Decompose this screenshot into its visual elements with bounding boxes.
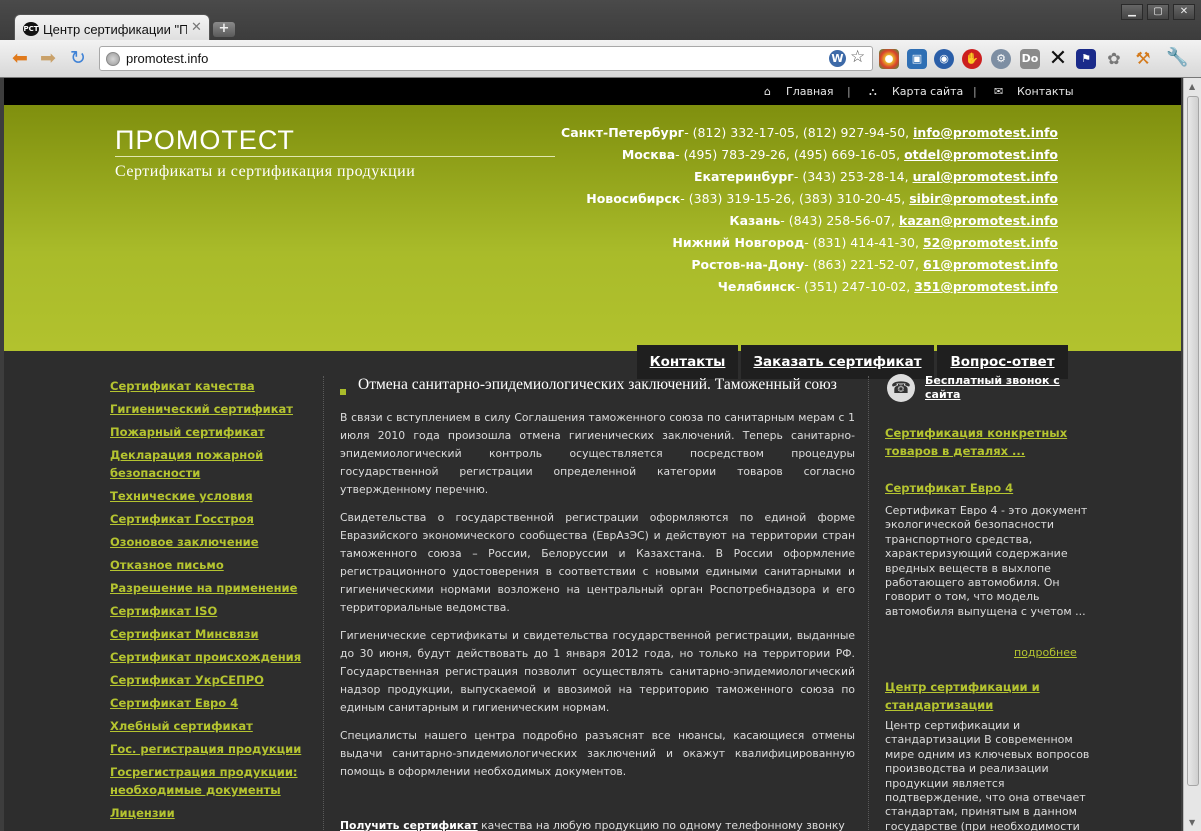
- site-logo[interactable]: ПРОМОТЕСТ: [115, 125, 295, 156]
- scroll-down-icon[interactable]: ▼: [1189, 818, 1195, 827]
- left-menu-item[interactable]: Гос. регистрация продукции: [110, 740, 316, 758]
- adblock-icon[interactable]: ✋: [962, 49, 982, 69]
- left-menu-item[interactable]: Отказное письмо: [110, 556, 316, 574]
- minimize-button[interactable]: ▁: [1121, 4, 1143, 20]
- left-menu-item[interactable]: Хлебный сертификат: [110, 717, 316, 735]
- forward-arrow-icon[interactable]: ➡: [40, 48, 56, 68]
- logo-divider: [115, 156, 555, 157]
- left-menu-item[interactable]: Сертификат Госстроя: [110, 510, 316, 528]
- contacts-link[interactable]: Контакты: [1017, 85, 1074, 98]
- email-link[interactable]: otdel@promotest.info: [904, 147, 1058, 162]
- back-arrow-icon[interactable]: ⬅: [12, 48, 28, 68]
- web-page: ⌂ Главная | ⛬ Карта сайта | ✉ Контакты П…: [4, 78, 1181, 831]
- contact-line: Ростов-на-Дону- (863) 221-52-07, 61@prom…: [691, 257, 1058, 272]
- left-menu: Сертификат качества Гигиенический сертиф…: [110, 377, 316, 827]
- home-link[interactable]: Главная: [786, 85, 834, 98]
- left-menu-item[interactable]: Сертификат УкрСЕПРО: [110, 671, 316, 689]
- left-menu-item[interactable]: Сертификат Евро 4: [110, 694, 316, 712]
- concrete-goods-link[interactable]: Сертификация конкретных товаров в деталя…: [885, 424, 1090, 460]
- article-paragraph: Свидетельства о государственной регистра…: [340, 511, 855, 614]
- sitemap-icon[interactable]: ⛬: [869, 85, 877, 99]
- free-call-link[interactable]: Бесплатный звонок с сайта: [925, 374, 1085, 402]
- site-header: ПРОМОТЕСТ Сертификаты и сертификация про…: [4, 105, 1181, 379]
- bookmark-star-icon[interactable]: ☆: [850, 47, 865, 67]
- site-slogan: Сертификаты и сертификация продукции: [115, 163, 416, 180]
- docs-extension-icon[interactable]: Do: [1020, 49, 1040, 69]
- left-menu-item[interactable]: Госрегистрация продукции: необходимые до…: [110, 763, 316, 799]
- left-menu-item[interactable]: Сертификат ISO: [110, 602, 316, 620]
- screenshot-extension-icon[interactable]: ▣: [907, 49, 927, 69]
- article-cta: Получить сертификат качества на любую пр…: [340, 819, 845, 831]
- wordpress-icon[interactable]: W: [829, 50, 846, 67]
- contact-line: Новосибирск- (383) 319-15-26, (383) 310-…: [586, 191, 1058, 206]
- site-favicon-icon: PCT: [23, 22, 39, 36]
- email-link[interactable]: kazan@promotest.info: [899, 213, 1058, 228]
- left-menu-item[interactable]: Сертификат качества: [110, 377, 316, 395]
- email-link[interactable]: sibir@promotest.info: [909, 191, 1058, 206]
- hammer-extension-icon[interactable]: ⚒: [1133, 49, 1153, 69]
- left-menu-item[interactable]: Озоновое заключение: [110, 533, 316, 551]
- phone-icon[interactable]: ☎: [887, 374, 915, 402]
- paw-extension-icon[interactable]: ✿: [1104, 49, 1124, 69]
- euro4-title-link[interactable]: Сертификат Евро 4: [885, 479, 1090, 497]
- email-link[interactable]: info@promotest.info: [913, 125, 1058, 140]
- contact-line: Казань- (843) 258-56-07, kazan@promotest…: [729, 213, 1058, 228]
- email-link[interactable]: 351@promotest.info: [914, 279, 1058, 294]
- email-link[interactable]: 52@promotest.info: [923, 235, 1058, 250]
- contact-line: Нижний Новгород- (831) 414-41-30, 52@pro…: [672, 235, 1058, 250]
- tab-close-icon[interactable]: ✕: [191, 20, 202, 35]
- tab-contacts[interactable]: Контакты: [637, 345, 738, 379]
- close-window-button[interactable]: ✕: [1173, 4, 1195, 20]
- vertical-scrollbar[interactable]: ▲ ▼: [1183, 78, 1201, 831]
- address-bar[interactable]: promotest.info W ☆: [99, 46, 873, 71]
- new-tab-button[interactable]: +: [213, 22, 235, 37]
- center-text: Центр сертификации и стандартизации В со…: [885, 719, 1090, 831]
- column-divider: [868, 376, 869, 831]
- chrome-extension-icon[interactable]: [879, 49, 899, 69]
- center-title-link[interactable]: Центр сертификации и стандартизации: [885, 678, 1090, 714]
- left-menu-item[interactable]: Гигиенический сертификат: [110, 400, 316, 418]
- article: Отмена санитарно-эпидемиологических закл…: [340, 376, 855, 831]
- left-menu-item[interactable]: Пожарный сертификат: [110, 423, 316, 441]
- get-certificate-link[interactable]: Получить сертификат: [340, 819, 478, 831]
- article-paragraph: В связи с вступлением в силу Соглашения …: [340, 411, 855, 496]
- scroll-up-icon[interactable]: ▲: [1189, 82, 1195, 91]
- article-paragraph: Гигиенические сертификаты и свидетельств…: [340, 629, 855, 714]
- globe-extension-icon[interactable]: ◉: [934, 49, 954, 69]
- left-menu-item[interactable]: Сертификат Минсвязи: [110, 625, 316, 643]
- top-navigation: ⌂ Главная | ⛬ Карта сайта | ✉ Контакты: [4, 78, 1181, 105]
- contact-line: Москва- (495) 783-29-26, (495) 669-16-05…: [621, 147, 1058, 162]
- nav-separator: |: [973, 85, 977, 98]
- url-text: promotest.info: [126, 51, 209, 66]
- nav-separator: |: [847, 85, 851, 98]
- sitemap-link[interactable]: Карта сайта: [892, 85, 963, 98]
- email-link[interactable]: ural@promotest.info: [913, 169, 1058, 184]
- bookmark-extension-icon[interactable]: ⚑: [1076, 49, 1096, 69]
- left-menu-item[interactable]: Лицензии: [110, 804, 316, 822]
- article-paragraph: Специалисты нашего центра подробно разъя…: [340, 729, 855, 778]
- email-link[interactable]: 61@promotest.info: [923, 257, 1058, 272]
- tab-title: Центр сертификации "Пр: [43, 22, 187, 37]
- wrench-menu-icon[interactable]: 🔧: [1166, 47, 1188, 68]
- browser-toolbar: ⬅ ➡ ↻ promotest.info W ☆ ▣ ◉ ✋ ⚙ Do ✕ ⚑ …: [0, 40, 1201, 78]
- contact-line: Челябинск- (351) 247-10-02, 351@promotes…: [717, 279, 1058, 294]
- left-menu-item[interactable]: Сертификат происхождения: [110, 648, 316, 666]
- column-divider: [323, 376, 324, 831]
- maximize-button[interactable]: ▢: [1147, 4, 1169, 20]
- reload-icon[interactable]: ↻: [70, 48, 86, 68]
- contact-line: Екатеринбург- (343) 253-28-14, ural@prom…: [693, 169, 1058, 184]
- left-menu-item[interactable]: Разрешение на применение: [110, 579, 316, 597]
- left-menu-item[interactable]: Технические условия: [110, 487, 316, 505]
- euro4-text: Сертификат Евро 4 - это документ экологи…: [885, 504, 1088, 618]
- scrollbar-thumb[interactable]: [1187, 96, 1199, 786]
- envelope-icon[interactable]: ✉: [994, 85, 1003, 98]
- settings-gear-icon[interactable]: ⚙: [991, 49, 1011, 69]
- article-title: Отмена санитарно-эпидемиологических закл…: [340, 376, 855, 395]
- close-x-extension-icon[interactable]: ✕: [1048, 48, 1068, 70]
- globe-icon: [106, 52, 120, 66]
- read-more-link[interactable]: подробнее: [1014, 646, 1077, 659]
- home-icon[interactable]: ⌂: [764, 85, 771, 98]
- contact-line: Санкт-Петербург- (812) 332-17-05, (812) …: [561, 125, 1058, 140]
- left-menu-item[interactable]: Декларация пожарной безопасности: [110, 446, 316, 482]
